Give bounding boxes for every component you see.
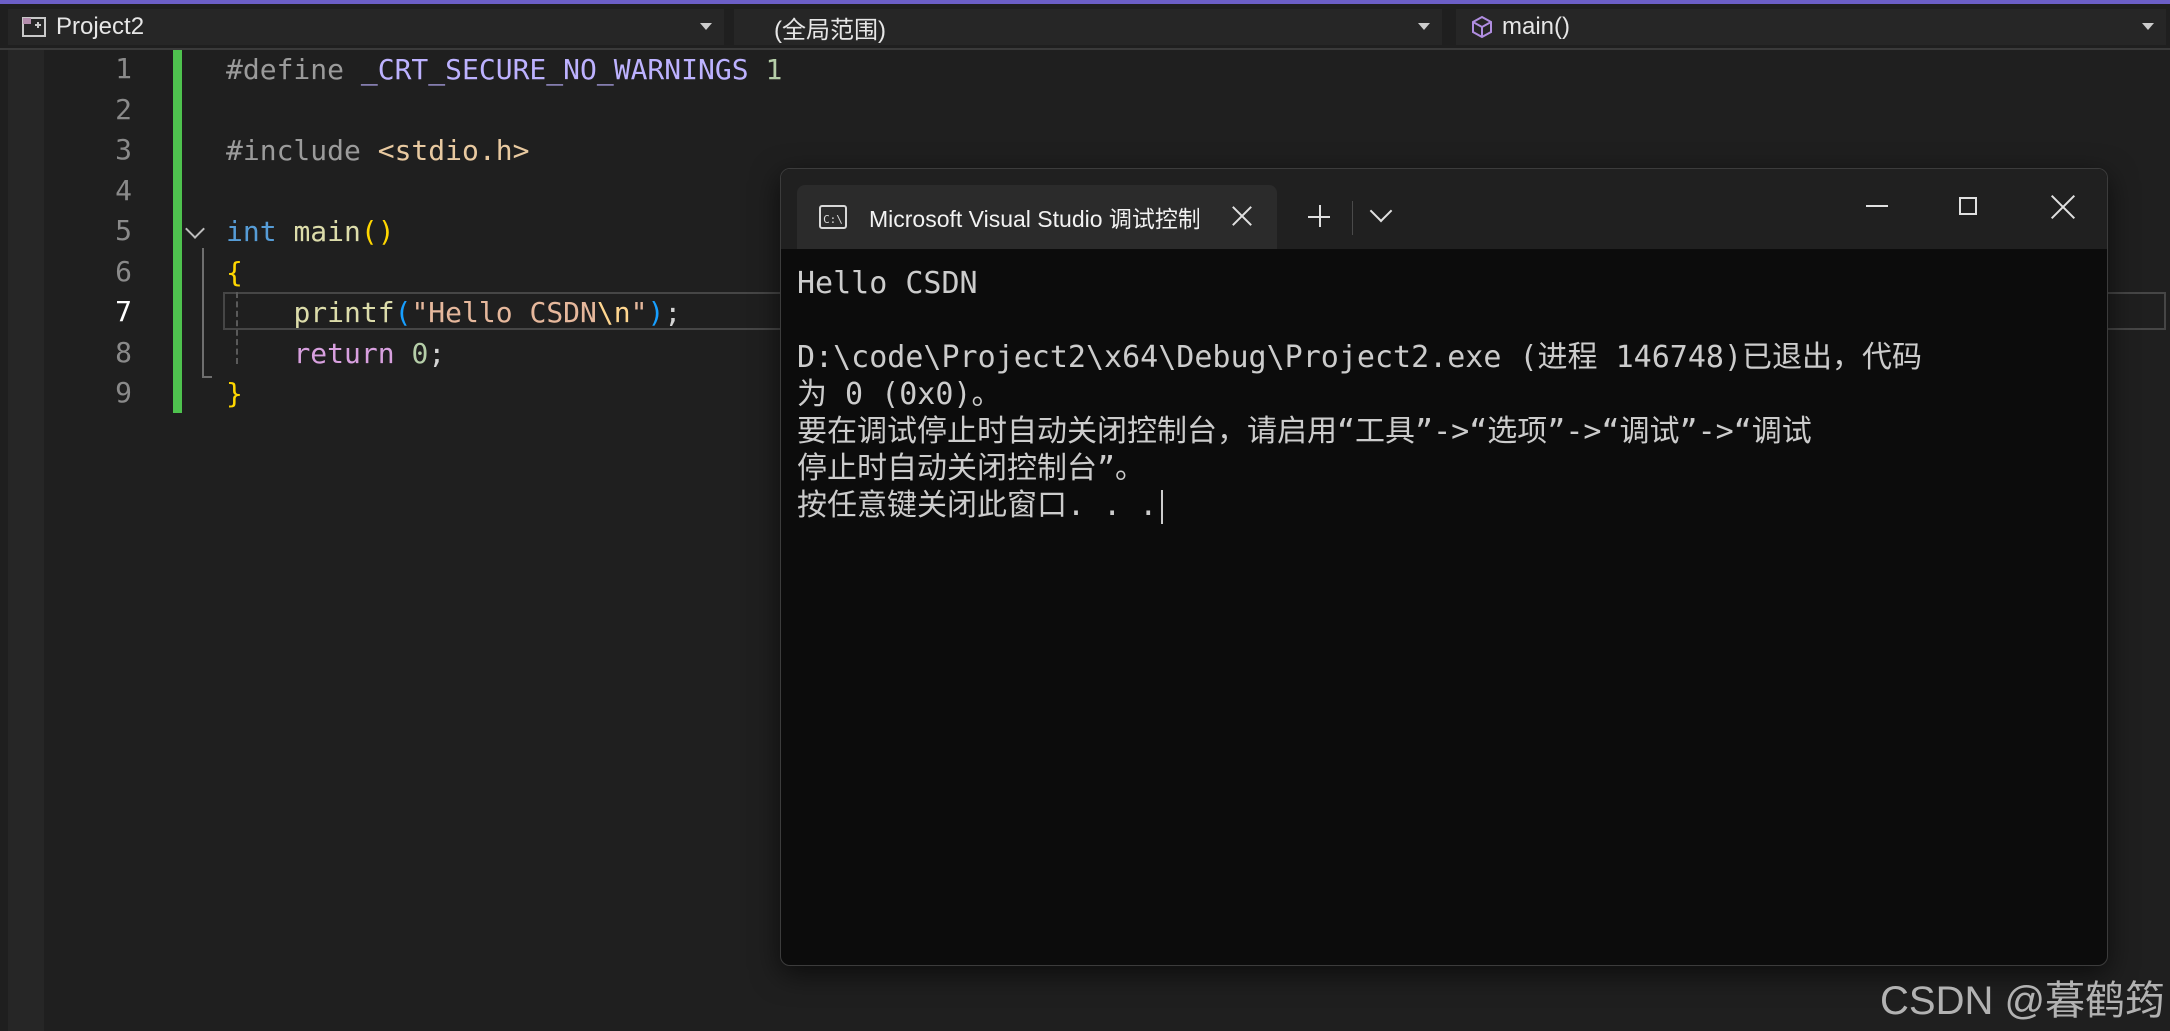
close-tab-icon[interactable]: [1229, 203, 1255, 229]
console-tab[interactable]: C:\ Microsoft Visual Studio 调试控制台: [797, 185, 1277, 249]
debug-console-window[interactable]: C:\ Microsoft Visual Studio 调试控制台 Hello …: [780, 168, 2108, 966]
watermark-text: CSDN @暮鹤筠: [1880, 979, 2166, 1023]
code-token: <stdio.h>: [377, 134, 530, 167]
code-token: 1: [765, 53, 783, 86]
project-icon: [22, 16, 48, 38]
change-tracking-bar: [173, 50, 182, 413]
project-combo-label: Project2: [56, 13, 145, 40]
console-output-line: 为 0 (0x0)。: [797, 377, 1002, 412]
line-number: 6: [115, 254, 132, 288]
console-icon: C:\: [819, 205, 847, 229]
code-line[interactable]: return 0;: [226, 334, 445, 374]
project-combo[interactable]: Project2: [8, 9, 724, 45]
line-number: 4: [115, 173, 132, 207]
console-tab-title: Microsoft Visual Studio 调试控制台: [869, 206, 1199, 232]
collapse-chevron-icon[interactable]: [185, 219, 205, 239]
code-token: _CRT_SECURE_NO_WARNINGS: [360, 53, 749, 86]
fold-bracket-end: [202, 376, 212, 378]
scope-combo-label: (全局范围): [774, 16, 886, 44]
console-output-line: 按任意键关闭此窗口. . .: [797, 487, 2087, 524]
code-token: \n: [596, 296, 631, 329]
code-token: {: [226, 255, 243, 289]
member-combo[interactable]: main(): [1456, 9, 2166, 45]
console-output: Hello CSDN D:\code\Project2\x64\Debug\Pro…: [797, 265, 2087, 524]
code-line[interactable]: int main(): [226, 212, 395, 252]
code-token: main: [293, 215, 361, 248]
chevron-down-icon: [1418, 23, 1430, 30]
code-token: return: [293, 336, 395, 370]
line-number: 9: [115, 376, 132, 409]
console-output-line: D:\code\Project2\x64\Debug\Project2.exe …: [797, 340, 1923, 375]
code-token: ;: [428, 336, 446, 370]
scope-combo[interactable]: (全局范围): [734, 9, 1442, 45]
dropdown-chevron-icon[interactable]: [1369, 199, 1393, 223]
line-number: 8: [115, 335, 132, 369]
code-token: (): [360, 215, 395, 248]
line-number: 3: [115, 133, 132, 166]
console-output-line: 停止时自动关闭控制台”。: [797, 451, 1146, 486]
code-line[interactable]: }: [226, 374, 243, 414]
text-cursor: [1161, 489, 1164, 524]
code-line[interactable]: printf("Hello CSDN\n");: [226, 293, 681, 333]
new-tab-icon[interactable]: [1306, 203, 1334, 231]
code-token: ): [647, 296, 665, 329]
minimize-icon[interactable]: [1866, 205, 1888, 207]
editor-left-margin: [8, 50, 44, 1031]
fold-bracket-line: [202, 248, 204, 378]
code-token: #include: [226, 134, 378, 167]
code-token: "Hello CSDN: [411, 296, 597, 329]
console-output-line: Hello CSDN: [797, 266, 978, 301]
code-token: #define: [226, 53, 361, 86]
code-line[interactable]: #define _CRT_SECURE_NO_WARNINGS 1: [226, 50, 782, 90]
code-token: (: [394, 296, 412, 329]
member-combo-label: main(): [1502, 13, 1571, 40]
code-token: }: [226, 377, 243, 410]
code-token: int: [226, 215, 277, 248]
line-number: 1: [115, 52, 132, 85]
line-number: 2: [115, 92, 132, 126]
navigation-bar: Project2 (全局范围) main(): [0, 4, 2170, 50]
cube-icon: [1470, 15, 1494, 39]
code-line[interactable]: {: [226, 253, 243, 293]
line-number: 5: [115, 214, 132, 247]
code-token: printf: [293, 296, 395, 329]
code-line[interactable]: #include <stdio.h>: [226, 131, 529, 171]
console-title-bar[interactable]: C:\ Microsoft Visual Studio 调试控制台: [781, 169, 2107, 249]
titlebar-separator: [1352, 201, 1353, 235]
line-number: 7: [115, 295, 132, 328]
code-token: 0: [411, 336, 429, 370]
code-token: ;: [664, 296, 682, 329]
close-window-icon[interactable]: [2049, 193, 2077, 221]
code-token: ": [630, 296, 648, 329]
chevron-down-icon: [700, 23, 712, 30]
maximize-icon[interactable]: [1959, 197, 1977, 215]
console-output-line: 要在调试停止时自动关闭控制台，请启用“工具”->“选项”->“调试”->“调试: [797, 414, 1812, 449]
chevron-down-icon: [2142, 23, 2154, 30]
